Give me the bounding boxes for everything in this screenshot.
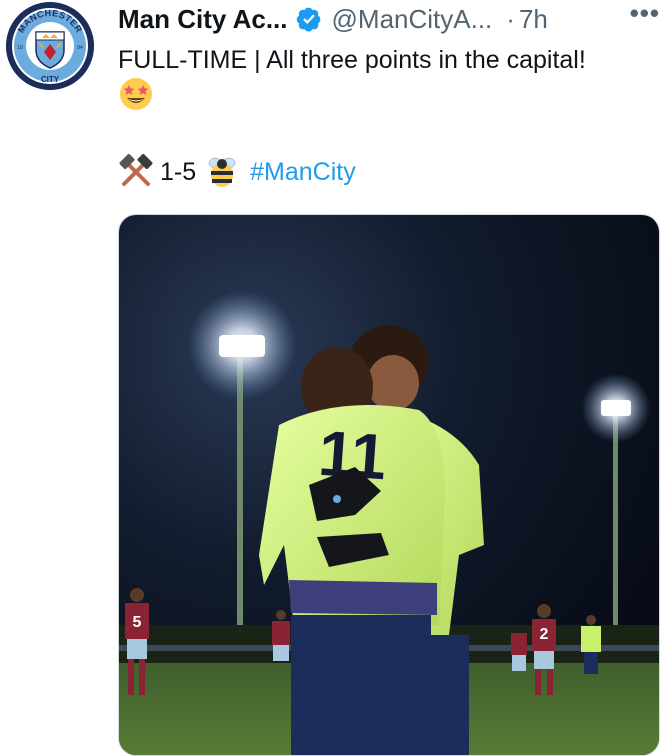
tweet-media-photo[interactable]: 5 2 11 (118, 214, 660, 756)
score-line: 1-5 #ManCity (118, 152, 356, 192)
man-city-crest-icon: MANCHESTER CITY 18 94 (6, 2, 94, 90)
background-player-small (511, 633, 527, 671)
tweet-header: Man City Ac... @ManCityA... · 7h ••• (118, 0, 660, 36)
celebration-photo: 5 2 11 (119, 215, 659, 755)
header-separator: · (506, 3, 515, 34)
tweet-text: FULL-TIME | All three points in the capi… (118, 44, 660, 112)
crest-left-number: 18 (17, 45, 23, 51)
star-struck-emoji-icon (120, 78, 152, 110)
more-options-button[interactable]: ••• (630, 0, 660, 29)
crest-right-number: 94 (77, 45, 83, 51)
verified-badge-icon (296, 7, 320, 32)
crest-bottom-text: CITY (41, 75, 60, 84)
crossed-hammers-icon (119, 154, 153, 186)
author-name[interactable]: Man City Ac... (118, 4, 288, 35)
avatar[interactable]: MANCHESTER CITY 18 94 (6, 2, 94, 90)
tweet-timestamp[interactable]: 7h (519, 4, 548, 35)
tweet-text-line1: FULL-TIME | All three points in the capi… (118, 46, 586, 74)
bg-player-number-left: 5 (133, 614, 142, 631)
bee-emoji-icon (208, 157, 236, 187)
match-score: 1-5 (160, 158, 197, 186)
author-handle[interactable]: @ManCityA... (332, 4, 493, 35)
hashtag-mancity[interactable]: #ManCity (250, 152, 356, 192)
bg-player-number-right: 2 (540, 626, 549, 643)
